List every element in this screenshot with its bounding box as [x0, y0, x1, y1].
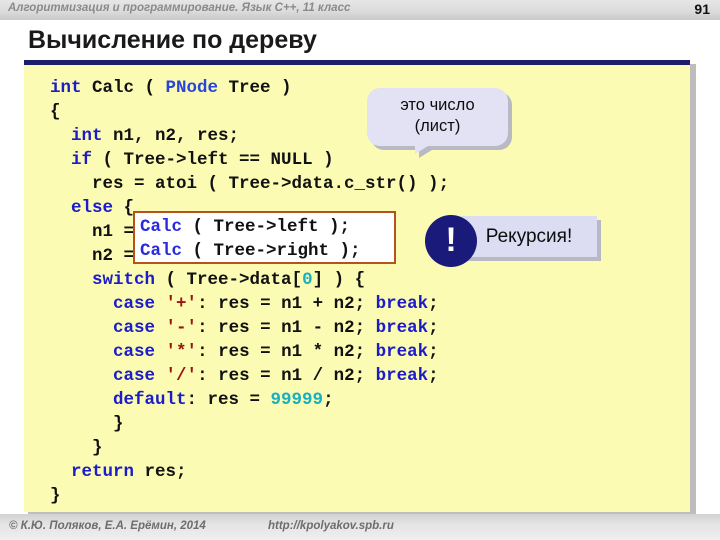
footer-copyright: © К.Ю. Поляков, Е.А. Ерёмин, 2014	[9, 520, 206, 532]
callout-leaf-text: это число (лист)	[367, 95, 508, 137]
code-line: default: res = 99999;	[24, 388, 690, 412]
code-line: int n1, n2, res;	[24, 124, 690, 148]
recursive-call-highlight-text: Calc ( Tree->left );Calc ( Tree->right )…	[135, 213, 398, 266]
recursive-call-highlight: Calc ( Tree->left );Calc ( Tree->right )…	[133, 211, 396, 264]
code-line: switch ( Tree->data[0] ) {	[24, 268, 690, 292]
callout-leaf-line1: это число	[367, 95, 508, 116]
callout-recursion-label: Рекурсия!	[461, 216, 597, 257]
code-listing: int Calc ( PNode Tree ){ int n1, n2, res…	[24, 65, 690, 508]
code-line: }	[24, 436, 690, 460]
page-title: Вычисление по дереву	[28, 26, 317, 55]
code-line: case '*': res = n1 * n2; break;	[24, 340, 690, 364]
code-line: res = atoi ( Tree->data.c_str() );	[24, 172, 690, 196]
code-line: }	[24, 484, 690, 508]
highlight-line: Calc ( Tree->left );	[140, 215, 398, 239]
footer-url: http://kpolyakov.spb.ru	[268, 520, 394, 532]
callout-recursion-note: Рекурсия! !	[425, 215, 601, 261]
highlight-line: Calc ( Tree->right );	[140, 239, 398, 263]
header-bar: Алгоритмизация и программирование. Язык …	[0, 0, 720, 20]
code-line: case '+': res = n1 + n2; break;	[24, 292, 690, 316]
slide: Алгоритмизация и программирование. Язык …	[0, 0, 720, 540]
callout-leaf-line2: (лист)	[367, 116, 508, 137]
code-panel: int Calc ( PNode Tree ){ int n1, n2, res…	[24, 60, 690, 512]
code-line: }	[24, 412, 690, 436]
page-number: 91	[694, 1, 710, 17]
code-line: {	[24, 100, 690, 124]
exclamation-mark-glyph: !	[425, 215, 477, 267]
code-line: case '-': res = n1 - n2; break;	[24, 316, 690, 340]
callout-leaf-note: это число (лист)	[367, 88, 508, 146]
header-title: Алгоритмизация и программирование. Язык …	[8, 2, 350, 14]
code-line: int Calc ( PNode Tree )	[24, 76, 690, 100]
footer-bar: © К.Ю. Поляков, Е.А. Ерёмин, 2014 http:/…	[0, 514, 720, 540]
code-line: return res;	[24, 460, 690, 484]
code-line: if ( Tree->left == NULL )	[24, 148, 690, 172]
code-line: case '/': res = n1 / n2; break;	[24, 364, 690, 388]
